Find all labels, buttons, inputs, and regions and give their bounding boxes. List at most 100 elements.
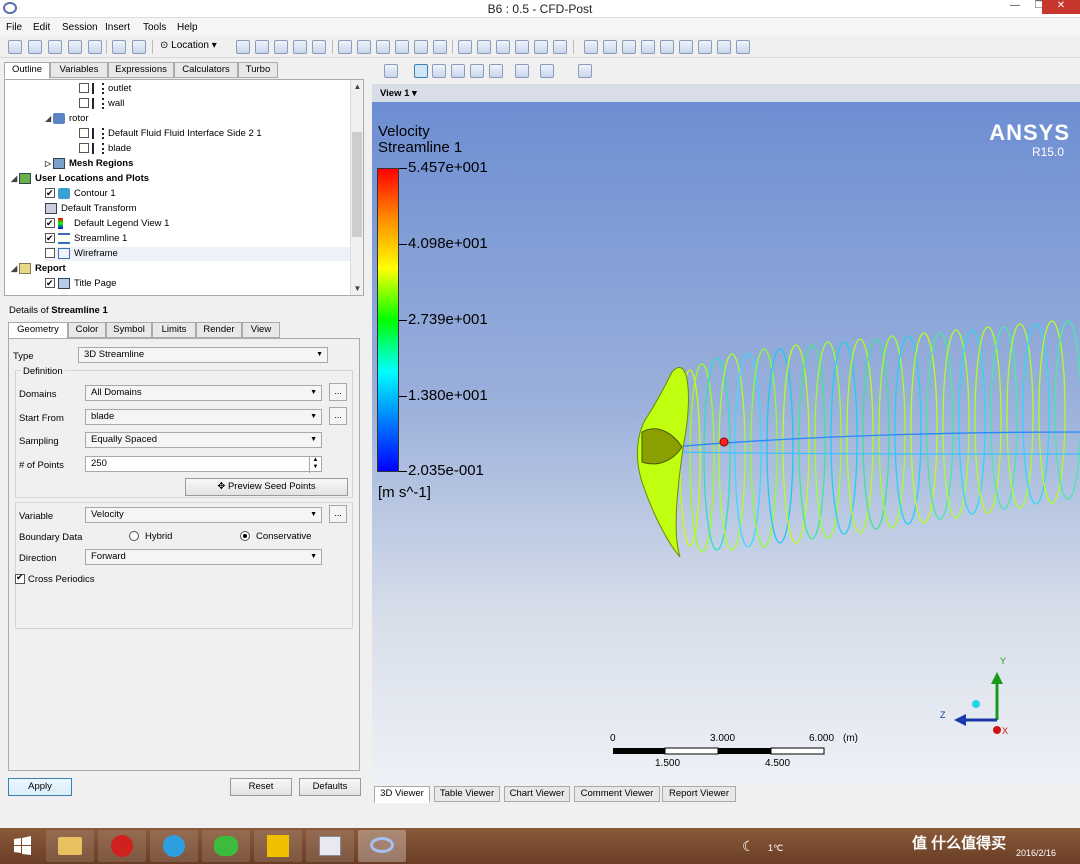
color-map-icon[interactable]	[433, 40, 447, 54]
tab-limits[interactable]: Limits	[152, 322, 196, 338]
collapse-icon[interactable]: ◢	[11, 262, 19, 276]
taskbar-browser[interactable]	[150, 830, 198, 862]
quick-editor-icon[interactable]	[622, 40, 636, 54]
pan-icon[interactable]	[432, 64, 446, 78]
visibility-checkbox[interactable]	[79, 98, 89, 109]
scroll-thumb[interactable]	[352, 132, 362, 237]
clip-plane-icon[interactable]	[414, 40, 428, 54]
table-icon[interactable]	[496, 40, 510, 54]
figure-icon[interactable]	[553, 40, 567, 54]
tree-item-streamline-1[interactable]: Streamline 1	[45, 231, 127, 246]
reset-button[interactable]: Reset	[230, 778, 292, 796]
tab-table-viewer[interactable]: Table Viewer	[434, 786, 500, 802]
menu-edit[interactable]: Edit	[33, 22, 50, 33]
command-editor-icon[interactable]	[736, 40, 750, 54]
minimize-button[interactable]: —	[1002, 0, 1028, 14]
tab-report-viewer[interactable]: Report Viewer	[662, 786, 736, 802]
zoom-icon[interactable]	[451, 64, 465, 78]
chart-icon[interactable]	[515, 40, 529, 54]
defaults-button[interactable]: Defaults	[299, 778, 361, 796]
tab-variables[interactable]: Variables	[50, 62, 108, 78]
menu-tools[interactable]: Tools	[143, 22, 166, 33]
comment-icon[interactable]	[534, 40, 548, 54]
expression-icon[interactable]	[477, 40, 491, 54]
tab-chart-viewer[interactable]: Chart Viewer	[504, 786, 570, 802]
tree-item-user-locations[interactable]: ◢ User Locations and Plots	[11, 172, 149, 186]
radio-button[interactable]	[129, 531, 139, 542]
preview-seed-points-button[interactable]: ✥ Preview Seed Points	[185, 478, 348, 496]
legend-toolbar-icon[interactable]	[376, 40, 390, 54]
taskbar-cfd-post[interactable]	[358, 830, 406, 862]
scroll-up-icon[interactable]: ▲	[351, 82, 363, 91]
tree-item-default-transform[interactable]: Default Transform	[45, 202, 137, 216]
save-picture-icon[interactable]	[88, 40, 102, 54]
function-calculator-icon[interactable]	[660, 40, 674, 54]
taskbar-netease-music[interactable]	[98, 830, 146, 862]
view-selector[interactable]: View 1 ▾	[372, 84, 1080, 102]
rotate-icon[interactable]	[414, 64, 428, 78]
visibility-checkbox[interactable]	[45, 231, 55, 245]
tab-geometry[interactable]: Geometry	[8, 322, 68, 339]
location-menu[interactable]: ⊙ Location ▾	[160, 40, 217, 51]
radio-button[interactable]	[240, 531, 250, 542]
tree-item-report[interactable]: ◢ Report	[11, 262, 66, 276]
close-button[interactable]: ✕	[1042, 0, 1080, 14]
help-pointer-icon[interactable]	[578, 64, 592, 78]
mesh-calculator-icon[interactable]	[698, 40, 712, 54]
menu-insert[interactable]: Insert	[105, 22, 130, 33]
visibility-checkbox[interactable]	[79, 143, 89, 154]
taskbar-file-explorer[interactable]	[46, 830, 94, 862]
coordinate-frame-icon[interactable]	[357, 40, 371, 54]
visibility-checkbox[interactable]	[45, 276, 55, 290]
conservative-radio[interactable]: Conservative	[240, 531, 311, 542]
tree-item-mesh-regions[interactable]: ▷ Mesh Regions	[45, 157, 133, 171]
start-button[interactable]	[2, 830, 50, 862]
particle-track-icon[interactable]	[293, 40, 307, 54]
undo-icon[interactable]	[112, 40, 126, 54]
direction-select[interactable]: Forward ▼	[85, 549, 322, 565]
viewport-layout-icon[interactable]	[540, 64, 554, 78]
contour-toolbar-icon[interactable]	[255, 40, 269, 54]
sampling-select[interactable]: Equally Spaced ▼	[85, 432, 322, 448]
menu-session[interactable]: Session	[62, 22, 98, 33]
case-comparison-icon[interactable]	[717, 40, 731, 54]
variable-icon[interactable]	[458, 40, 472, 54]
zoom-fit-icon[interactable]	[489, 64, 503, 78]
tree-item-wireframe[interactable]: Wireframe	[45, 247, 350, 261]
domains-browse-button[interactable]: ...	[329, 383, 347, 401]
taskbar-wechat[interactable]	[202, 830, 250, 862]
tree-item-blade[interactable]: blade	[79, 142, 131, 156]
tab-render[interactable]: Render	[196, 322, 242, 338]
redo-icon[interactable]	[132, 40, 146, 54]
taskbar-photo-viewer[interactable]	[306, 830, 354, 862]
vector-icon[interactable]	[236, 40, 250, 54]
fit-view-icon[interactable]	[515, 64, 529, 78]
cross-periodics-checkbox[interactable]: Cross Periodics	[15, 572, 95, 585]
visibility-checkbox[interactable]	[45, 186, 55, 200]
zoom-box-icon[interactable]	[470, 64, 484, 78]
visibility-checkbox[interactable]	[45, 216, 55, 230]
taskbar-ansys-workbench[interactable]	[254, 830, 302, 862]
scroll-down-icon[interactable]: ▼	[351, 284, 363, 293]
collapse-icon[interactable]: ◢	[11, 172, 19, 186]
volume-rendering-icon[interactable]	[312, 40, 326, 54]
visibility-checkbox[interactable]	[79, 128, 89, 139]
tab-expressions[interactable]: Expressions	[108, 62, 174, 78]
visibility-checkbox[interactable]	[79, 83, 89, 94]
macro-calculator-icon[interactable]	[679, 40, 693, 54]
animation-icon[interactable]	[603, 40, 617, 54]
tree-scrollbar[interactable]: ▲ ▼	[350, 80, 363, 295]
save-icon[interactable]	[48, 40, 62, 54]
tab-calculators[interactable]: Calculators	[174, 62, 238, 78]
new-icon[interactable]	[8, 40, 22, 54]
menu-help[interactable]: Help	[177, 22, 198, 33]
expand-icon[interactable]: ▷	[45, 157, 53, 171]
visibility-checkbox[interactable]	[45, 248, 55, 259]
tab-comment-viewer[interactable]: Comment Viewer	[574, 786, 660, 802]
text-icon[interactable]	[338, 40, 352, 54]
hybrid-radio[interactable]: Hybrid	[129, 531, 172, 542]
collapse-icon[interactable]: ◢	[45, 112, 53, 126]
tab-color[interactable]: Color	[68, 322, 106, 338]
tree-item-interface-side[interactable]: Default Fluid Fluid Interface Side 2 1	[79, 127, 262, 141]
load-results-icon[interactable]	[68, 40, 82, 54]
